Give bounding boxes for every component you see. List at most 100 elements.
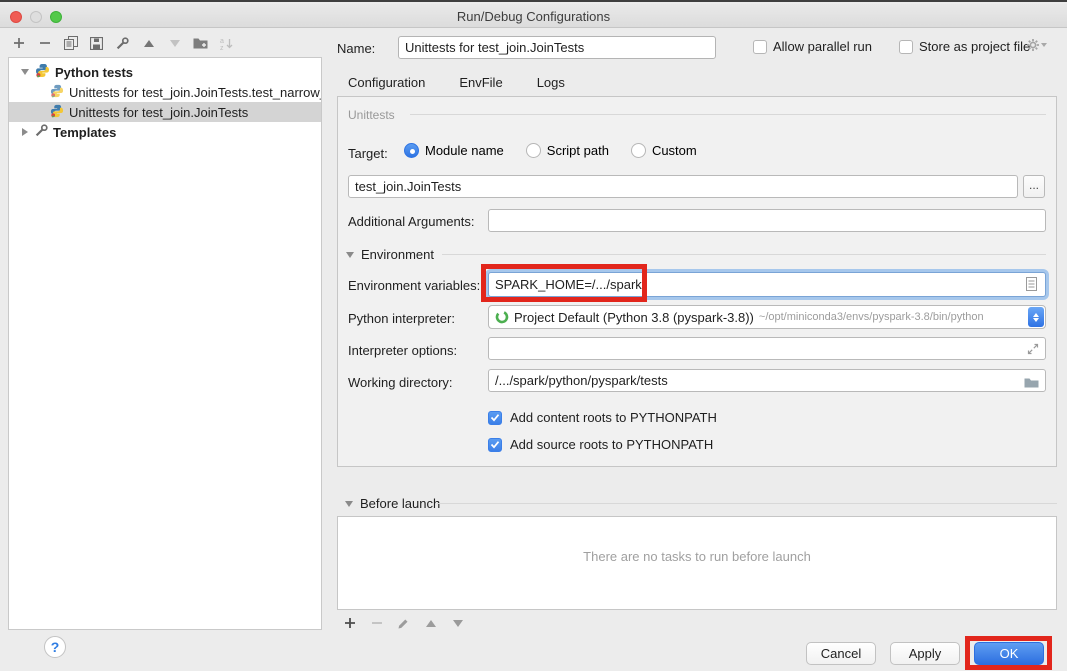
collapse-arrow-icon[interactable]	[21, 69, 29, 75]
cancel-button[interactable]: Cancel	[806, 642, 876, 665]
conda-ring-icon	[495, 310, 509, 324]
store-options-gear[interactable]	[1026, 38, 1047, 52]
python-tests-icon	[50, 104, 64, 121]
radio-custom[interactable]: Custom	[631, 143, 697, 158]
title-bar: Run/Debug Configurations	[0, 4, 1067, 28]
python-tests-icon	[35, 63, 50, 81]
checkbox-box[interactable]	[753, 40, 767, 54]
window-title: Run/Debug Configurations	[0, 9, 1067, 24]
folder-icon[interactable]	[1024, 375, 1039, 393]
working-directory-label: Working directory:	[348, 375, 453, 390]
move-up-icon[interactable]	[140, 34, 157, 52]
new-folder-icon[interactable]	[192, 34, 209, 52]
allow-parallel-run-label: Allow parallel run	[773, 39, 872, 54]
divider	[442, 254, 1046, 255]
environment-group-label: Environment	[361, 247, 434, 262]
python-interpreter-label: Python interpreter:	[348, 311, 455, 326]
working-directory-input[interactable]	[488, 369, 1046, 392]
remove-task-icon[interactable]	[368, 614, 385, 632]
tree-item-jointests-selected[interactable]: Unittests for test_join.JoinTests	[9, 102, 321, 122]
python-interpreter-select[interactable]: Project Default (Python 3.8 (pyspark-3.8…	[488, 305, 1046, 329]
browse-module-button[interactable]: ...	[1023, 175, 1045, 198]
python-interpreter-value: Project Default (Python 3.8 (pyspark-3.8…	[514, 310, 754, 325]
gear-icon	[1026, 38, 1040, 52]
radio-script-path[interactable]: Script path	[526, 143, 609, 158]
before-launch-empty-text: There are no tasks to run before launch	[338, 549, 1056, 564]
radio-button[interactable]	[526, 143, 541, 158]
divider	[410, 114, 1046, 115]
environment-variables-input[interactable]	[488, 272, 1046, 297]
help-button[interactable]: ?	[44, 636, 66, 658]
radio-module-name[interactable]: Module name	[404, 143, 504, 158]
store-as-project-file-checkbox[interactable]: Store as project file	[899, 39, 1030, 54]
interpreter-options-input[interactable]	[488, 337, 1046, 360]
svg-text:z: z	[220, 45, 224, 50]
radio-label: Custom	[652, 143, 697, 158]
additional-arguments-input[interactable]	[488, 209, 1046, 232]
name-label: Name:	[337, 41, 375, 56]
ok-button[interactable]: OK	[974, 642, 1044, 665]
tree-item-label: Templates	[53, 125, 116, 140]
tree-item-label: Python tests	[55, 65, 133, 80]
remove-configuration-icon[interactable]	[36, 34, 53, 52]
svg-text:a: a	[220, 38, 224, 45]
tree-item-test-narrow[interactable]: Unittests for test_join.JoinTests.test_n…	[9, 82, 321, 102]
edit-task-pencil-icon[interactable]	[395, 614, 412, 632]
chevron-down-icon	[1041, 43, 1047, 47]
before-launch-label: Before launch	[360, 496, 440, 511]
checkbox-box[interactable]	[899, 40, 913, 54]
configuration-panel: Unittests Target: Module name Script pat…	[337, 96, 1057, 467]
before-launch-section-header[interactable]: Before launch	[345, 496, 440, 511]
tree-item-label: Unittests for test_join.JoinTests.test_n…	[69, 85, 322, 100]
interpreter-options-label: Interpreter options:	[348, 343, 457, 358]
collapse-triangle-icon[interactable]	[345, 501, 353, 507]
python-interpreter-path: ~/opt/miniconda3/envs/pyspark-3.8/bin/py…	[759, 311, 1045, 323]
apply-button[interactable]: Apply	[890, 642, 960, 665]
add-task-icon[interactable]	[341, 614, 358, 632]
target-label: Target:	[348, 146, 388, 161]
expand-arrow-icon[interactable]	[22, 128, 28, 136]
move-task-down-icon[interactable]	[449, 614, 466, 632]
target-radio-group: Module name Script path Custom	[404, 143, 711, 158]
configurations-toolbar: az	[10, 34, 235, 54]
run-debug-configurations-dialog: Run/Debug Configurations az Python tests	[0, 0, 1067, 671]
copy-configuration-icon[interactable]	[62, 34, 79, 52]
divider	[437, 503, 1057, 504]
wrench-icon	[35, 124, 48, 140]
add-content-roots-checkbox[interactable]: Add content roots to PYTHONPATH	[488, 410, 717, 425]
edit-templates-wrench-icon[interactable]	[114, 34, 131, 52]
unittests-group-label: Unittests	[348, 108, 395, 122]
checkbox-checked-box[interactable]	[488, 438, 502, 452]
select-stepper-icon[interactable]	[1028, 307, 1044, 327]
radio-label: Script path	[547, 143, 609, 158]
move-task-up-icon[interactable]	[422, 614, 439, 632]
before-launch-toolbar	[341, 614, 466, 632]
module-name-input[interactable]	[348, 175, 1018, 198]
tree-item-templates[interactable]: Templates	[9, 122, 321, 142]
radio-button[interactable]	[404, 143, 419, 158]
before-launch-task-list: There are no tasks to run before launch	[337, 516, 1057, 610]
store-as-project-file-label: Store as project file	[919, 39, 1030, 54]
python-tests-icon	[50, 84, 64, 101]
add-source-roots-checkbox[interactable]: Add source roots to PYTHONPATH	[488, 437, 713, 452]
collapse-triangle-icon[interactable]	[346, 252, 354, 258]
sort-alphabetically-icon[interactable]: az	[218, 34, 235, 52]
tree-item-label: Unittests for test_join.JoinTests	[69, 105, 248, 120]
add-source-roots-label: Add source roots to PYTHONPATH	[510, 437, 713, 452]
env-list-icon[interactable]	[1026, 277, 1037, 296]
additional-arguments-label: Additional Arguments:	[348, 214, 474, 229]
radio-button[interactable]	[631, 143, 646, 158]
radio-label: Module name	[425, 143, 504, 158]
move-down-icon[interactable]	[166, 34, 183, 52]
save-configuration-icon[interactable]	[88, 34, 105, 52]
name-input[interactable]	[398, 36, 716, 59]
allow-parallel-run-checkbox[interactable]: Allow parallel run	[753, 39, 872, 54]
add-configuration-icon[interactable]	[10, 34, 27, 52]
expand-field-icon[interactable]	[1027, 342, 1039, 360]
add-content-roots-label: Add content roots to PYTHONPATH	[510, 410, 717, 425]
configurations-tree: Python tests Unittests for test_join.Joi…	[8, 57, 322, 630]
checkbox-checked-box[interactable]	[488, 411, 502, 425]
environment-variables-label: Environment variables:	[348, 278, 480, 293]
tree-item-python-tests[interactable]: Python tests	[9, 62, 321, 82]
environment-section-header[interactable]: Environment	[346, 247, 434, 262]
